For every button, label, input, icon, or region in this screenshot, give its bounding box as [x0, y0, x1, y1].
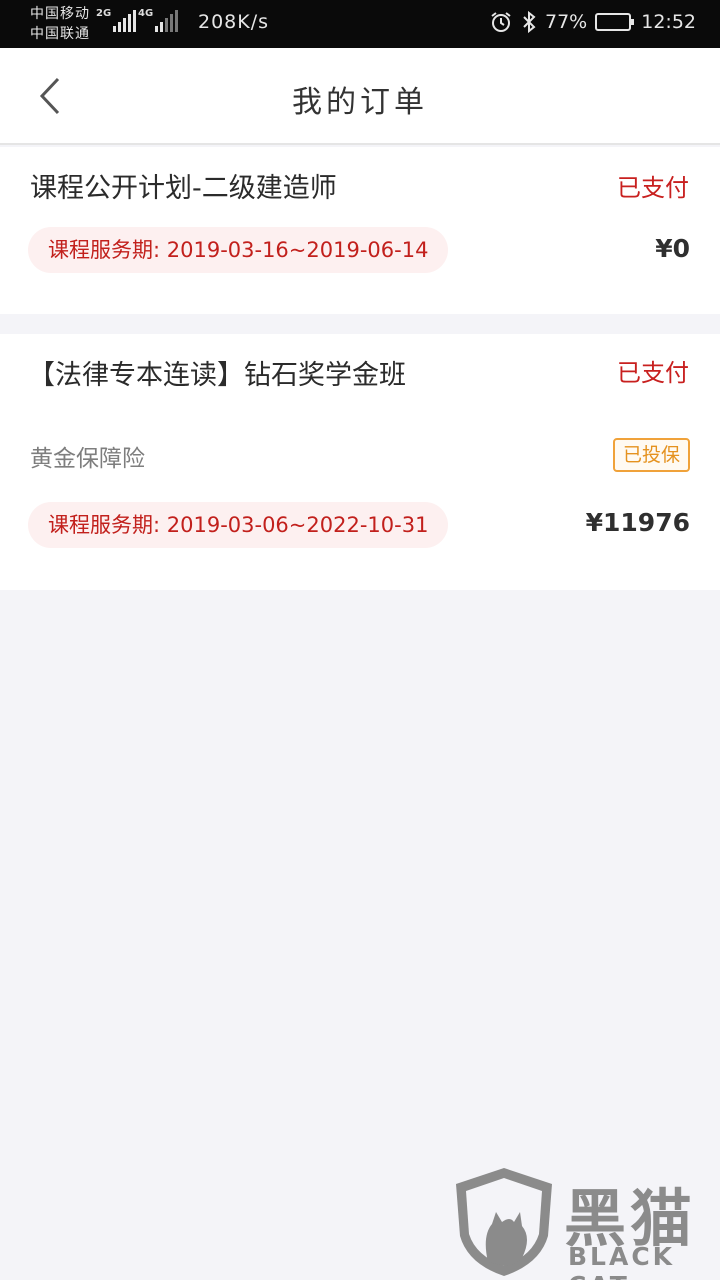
carrier-labels: 中国移动 中国联通: [30, 4, 90, 44]
network-speed: 208K/s: [198, 11, 270, 33]
network-type-1: 2G: [96, 8, 112, 19]
bluetooth-icon: [521, 10, 537, 34]
order-status: 已支付: [617, 359, 689, 387]
navigation-bar: 我的订单: [0, 48, 720, 145]
watermark-latin: BLACK CAT: [568, 1242, 676, 1280]
cat-shield-icon: [456, 1168, 552, 1276]
order-status: 已支付: [617, 174, 689, 202]
battery-percent: 77%: [545, 11, 588, 33]
insurance-status-badge: 已投保: [612, 438, 690, 472]
order-title: 【法律专本连读】钻石奖学金班: [28, 360, 406, 391]
battery-icon: [595, 13, 635, 31]
carrier-1: 中国移动: [30, 6, 90, 22]
order-price: ¥11976: [585, 508, 690, 537]
signal-2-icon: 4G: [138, 8, 180, 32]
network-type-2: 4G: [138, 8, 154, 19]
insurance-name: 黄金保障险: [30, 446, 145, 472]
blackcat-watermark: 黑猫 BLACK CAT: [448, 1162, 720, 1280]
service-period: 课程服务期: 2019-03-16~2019-06-14: [28, 227, 449, 273]
clock: 12:52: [641, 11, 696, 33]
carrier-2: 中国联通: [30, 26, 90, 42]
signal-1-icon: 2G: [96, 8, 138, 32]
order-price: ¥0: [655, 234, 690, 263]
alarm-icon: [489, 10, 513, 34]
status-bar: 中国移动 中国联通 2G 4G 208K/s 77% 12:52: [0, 0, 720, 48]
service-period: 课程服务期: 2019-03-06~2022-10-31: [28, 502, 449, 548]
order-card[interactable]: 【法律专本连读】钻石奖学金班 已支付 黄金保障险 已投保 课程服务期: 2019…: [0, 334, 720, 590]
order-card[interactable]: 课程公开计划-二级建造师 已支付 课程服务期: 2019-03-16~2019-…: [0, 147, 720, 314]
order-title: 课程公开计划-二级建造师: [30, 173, 337, 204]
page-title: 我的订单: [292, 85, 428, 120]
